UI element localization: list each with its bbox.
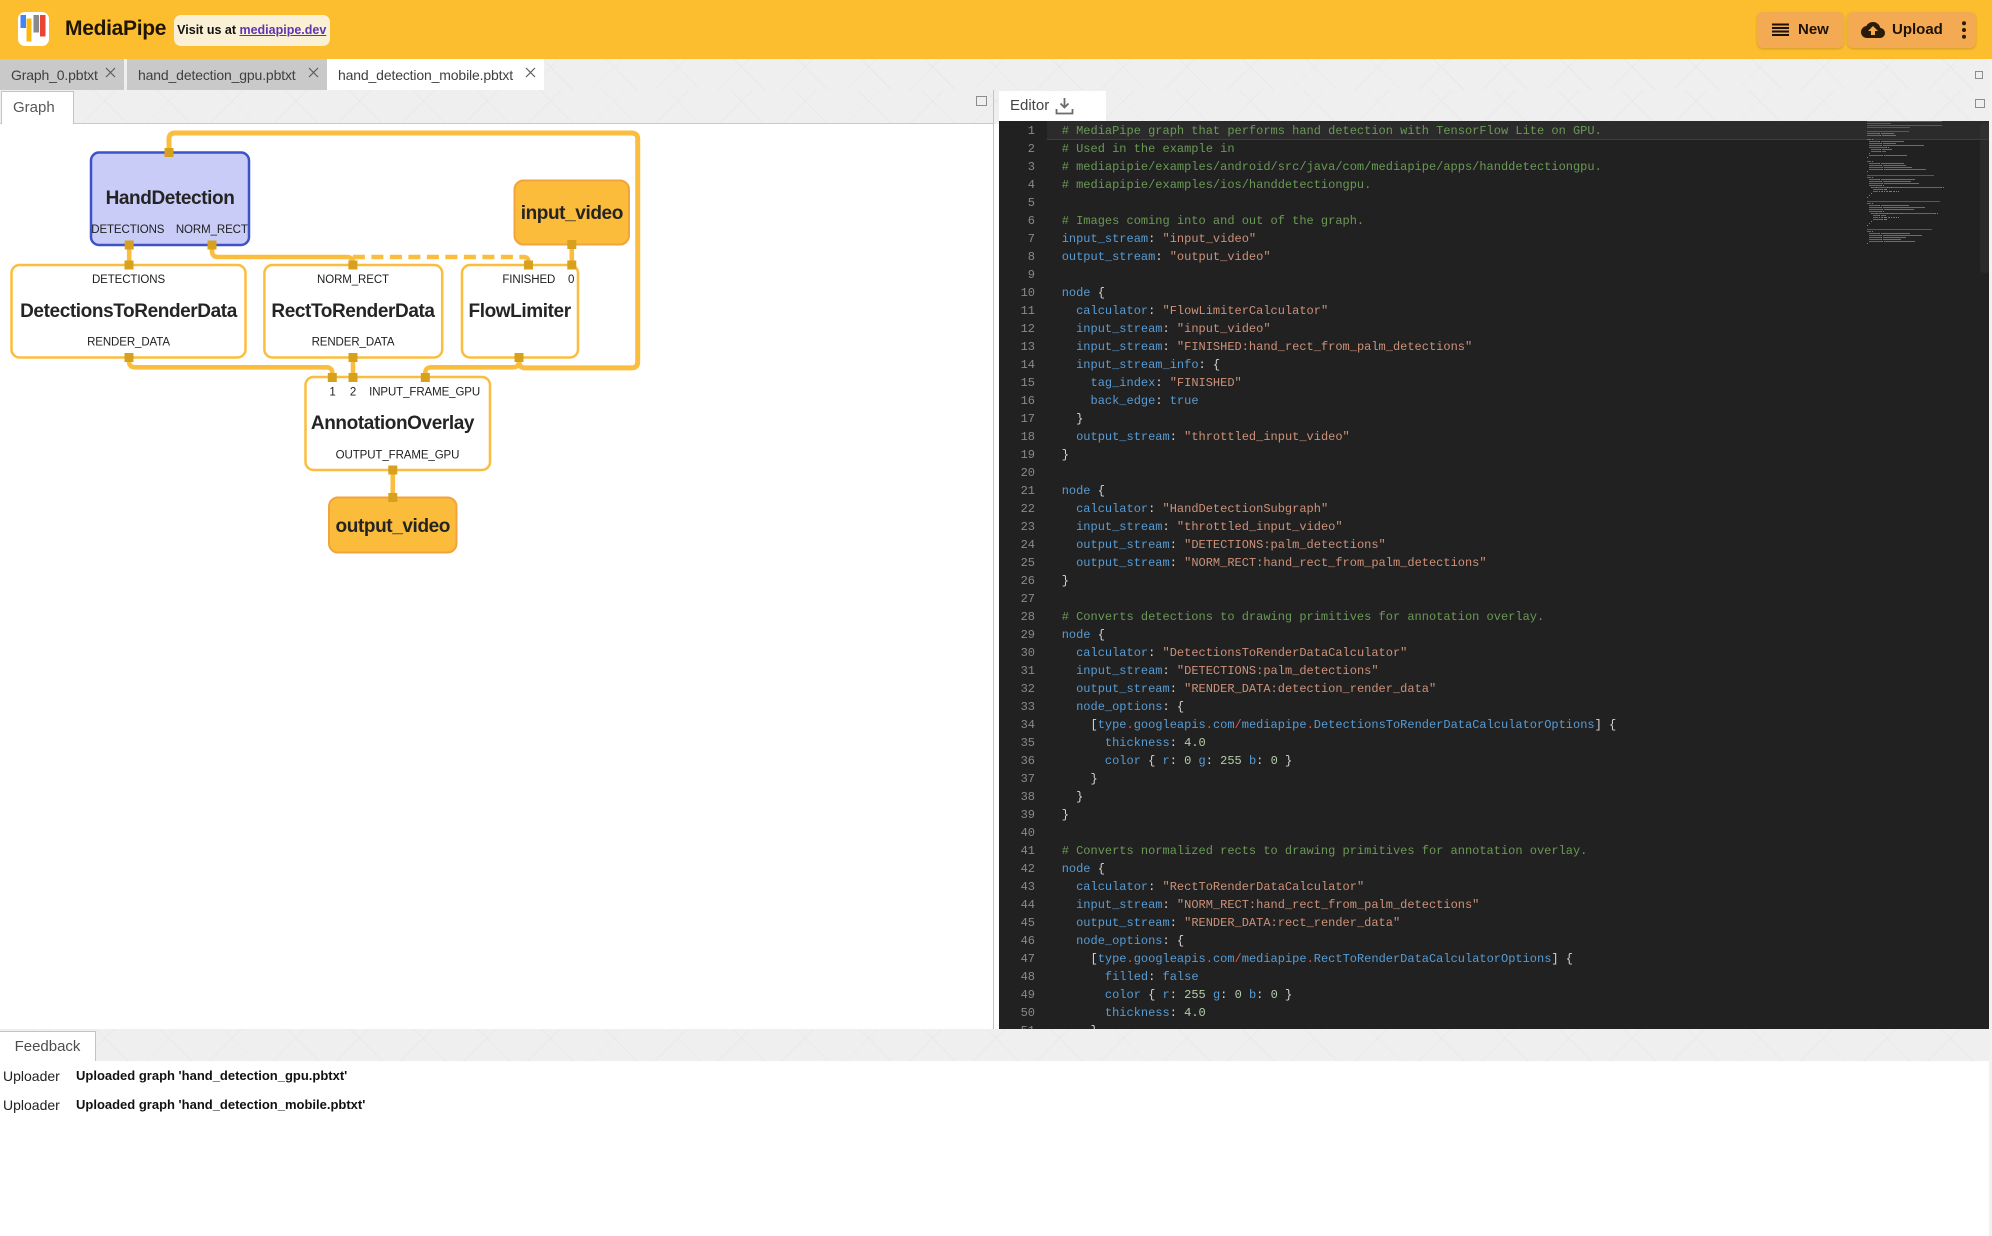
svg-text:FINISHED: FINISHED <box>502 274 555 286</box>
svg-text:FlowLimiter: FlowLimiter <box>468 301 571 322</box>
svg-text:RENDER_DATA: RENDER_DATA <box>312 337 395 349</box>
svg-text:input_video: input_video <box>521 203 623 224</box>
svg-text:INPUT_FRAME_GPU: INPUT_FRAME_GPU <box>369 387 480 399</box>
svg-text:DetectionsToRenderData: DetectionsToRenderData <box>20 301 238 322</box>
svg-text:AnnotationOverlay: AnnotationOverlay <box>311 413 475 434</box>
svg-text:output_video: output_video <box>336 516 450 537</box>
svg-text:0: 0 <box>568 274 574 286</box>
svg-text:RectToRenderData: RectToRenderData <box>271 301 435 322</box>
svg-text:DETECTIONS: DETECTIONS <box>92 274 166 286</box>
svg-text:OUTPUT_FRAME_GPU: OUTPUT_FRAME_GPU <box>336 450 460 462</box>
svg-text:RENDER_DATA: RENDER_DATA <box>87 337 170 349</box>
svg-text:HandDetection: HandDetection <box>106 188 235 209</box>
svg-text:NORM_RECT: NORM_RECT <box>176 224 248 236</box>
svg-text:2: 2 <box>350 387 356 399</box>
svg-text:DETECTIONS: DETECTIONS <box>91 224 165 236</box>
svg-text:NORM_RECT: NORM_RECT <box>317 274 389 286</box>
svg-text:1: 1 <box>329 387 335 399</box>
